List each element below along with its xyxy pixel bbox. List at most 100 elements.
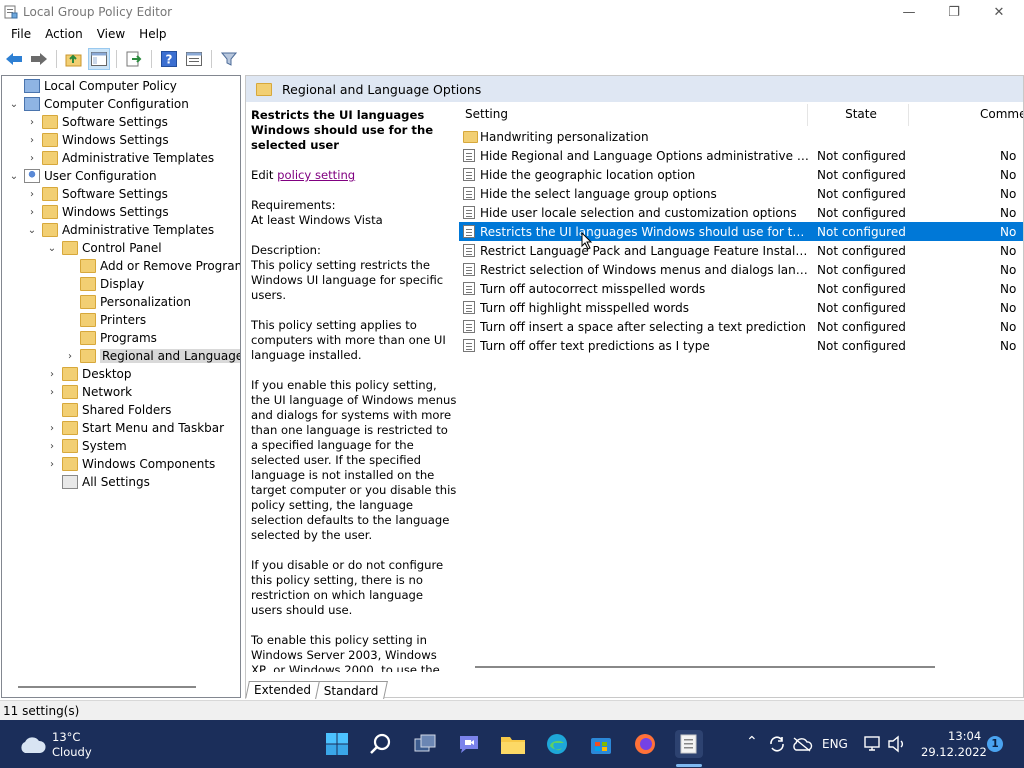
chevron-right-icon[interactable]: › [26, 189, 38, 200]
tree-item[interactable]: › System [46, 437, 127, 455]
tree-item[interactable]: Add or Remove Programs [64, 257, 240, 275]
firefox-button[interactable] [631, 730, 659, 758]
table-row[interactable]: Turn off autocorrect misspelled words Not… [459, 279, 1023, 298]
edit-policy-link[interactable]: policy setting [277, 168, 355, 182]
back-button[interactable] [3, 48, 25, 70]
setting-comment: No [1000, 262, 1017, 277]
tree-item-label: Computer Configuration [44, 97, 189, 111]
tree-item[interactable]: All Settings [46, 473, 150, 491]
window-title: Local Group Policy Editor [23, 5, 173, 19]
tree-item[interactable]: Printers [64, 311, 146, 329]
tree-item[interactable]: › Windows Settings [26, 203, 169, 221]
maximize-button[interactable]: ❐ [931, 0, 977, 24]
column-divider[interactable] [908, 104, 909, 126]
store-button[interactable] [587, 730, 615, 758]
chevron-right-icon[interactable]: › [46, 387, 58, 398]
chevron-right-icon[interactable]: › [26, 153, 38, 164]
show-hide-tree-button[interactable] [88, 48, 110, 70]
tree-item[interactable]: Shared Folders [46, 401, 171, 419]
chat-button[interactable] [455, 730, 483, 758]
weather-widget[interactable]: 13°C Cloudy [16, 730, 146, 759]
table-row[interactable]: Restricts the UI languages Windows shoul… [459, 222, 1023, 241]
table-row[interactable]: Handwriting personalization [459, 127, 1023, 146]
display-network-icon[interactable] [862, 735, 882, 753]
clock-time[interactable]: 13:04 [948, 729, 981, 743]
table-row[interactable]: Turn off offer text predictions as I typ… [459, 336, 1023, 355]
chevron-right-icon[interactable]: › [46, 423, 58, 434]
tree-item[interactable]: › Network [46, 383, 132, 401]
tree-item[interactable]: Programs [64, 329, 157, 347]
minimize-button[interactable]: — [886, 0, 932, 24]
tree-item[interactable]: › Desktop [46, 365, 132, 383]
table-row[interactable]: Hide user locale selection and customiza… [459, 203, 1023, 222]
edge-button[interactable] [543, 730, 571, 758]
table-row[interactable]: Restrict selection of Windows menus and … [459, 260, 1023, 279]
show-hidden-icons-button[interactable]: ⌃ [746, 734, 758, 750]
chevron-down-icon[interactable]: ⌄ [46, 243, 58, 254]
tree-item[interactable]: › Regional and Language O [64, 347, 240, 365]
help-button[interactable]: ? [158, 48, 180, 70]
tree-horizontal-scrollbar[interactable] [18, 686, 196, 688]
chevron-down-icon[interactable]: ⌄ [26, 225, 38, 236]
table-row[interactable]: Hide the select language group options No… [459, 184, 1023, 203]
close-button[interactable]: ✕ [976, 0, 1022, 24]
table-row[interactable]: Hide Regional and Language Options admin… [459, 146, 1023, 165]
chevron-down-icon[interactable]: ⌄ [8, 171, 20, 182]
forward-button[interactable] [28, 48, 50, 70]
chevron-right-icon[interactable]: › [64, 351, 76, 362]
group-policy-taskbar-button[interactable] [675, 730, 703, 758]
chevron-right-icon[interactable]: › [46, 459, 58, 470]
clock-date[interactable]: 29.12.2022 [921, 745, 987, 759]
column-comment[interactable]: Comme [974, 102, 1023, 126]
edge-icon [547, 734, 567, 754]
tree-item[interactable]: Personalization [64, 293, 191, 311]
policy-setting-icon [463, 168, 475, 181]
menu-view[interactable]: View [90, 27, 132, 41]
menu-action[interactable]: Action [38, 27, 90, 41]
tree-item[interactable]: ⌄ Administrative Templates [26, 221, 214, 239]
tree-item[interactable]: › Software Settings [26, 113, 168, 131]
tree-item[interactable]: › Start Menu and Taskbar [46, 419, 224, 437]
tree-item[interactable]: › Software Settings [26, 185, 168, 203]
sync-icon[interactable] [767, 735, 787, 753]
notification-badge[interactable]: 1 [987, 736, 1003, 752]
tree-item[interactable]: ⌄ Control Panel [46, 239, 162, 257]
filter-button[interactable] [218, 48, 240, 70]
chevron-right-icon[interactable]: › [26, 207, 38, 218]
tree-item[interactable]: ⌄ Computer Configuration [8, 95, 189, 113]
tree-item[interactable]: Display [64, 275, 144, 293]
volume-icon[interactable] [887, 735, 907, 753]
start-button[interactable] [323, 730, 351, 758]
task-view-button[interactable] [411, 730, 439, 758]
table-row[interactable]: Turn off insert a space after selecting … [459, 317, 1023, 336]
input-language-indicator[interactable]: ENG [822, 737, 848, 751]
search-button[interactable] [367, 730, 395, 758]
table-row[interactable]: Restrict Language Pack and Language Feat… [459, 241, 1023, 260]
chevron-right-icon[interactable]: › [46, 441, 58, 452]
chevron-right-icon[interactable]: › [46, 369, 58, 380]
column-setting[interactable]: Setting [459, 102, 809, 126]
table-row[interactable]: Turn off highlight misspelled words Not c… [459, 298, 1023, 317]
export-list-button[interactable] [123, 48, 145, 70]
network-offline-icon[interactable] [791, 736, 813, 752]
tree-item[interactable]: › Windows Settings [26, 131, 169, 149]
up-folder-button[interactable] [63, 48, 85, 70]
chevron-right-icon[interactable]: › [26, 117, 38, 128]
tree-item[interactable]: ⌄ User Configuration [8, 167, 157, 185]
tree-item[interactable]: › Administrative Templates [26, 149, 214, 167]
list-horizontal-scrollbar[interactable] [475, 666, 935, 668]
tree-item[interactable]: › Windows Components [46, 455, 215, 473]
chevron-right-icon[interactable]: › [26, 135, 38, 146]
setting-comment: No [1000, 148, 1017, 163]
column-state[interactable]: State [811, 102, 911, 126]
table-row[interactable]: Hide the geographic location option Not c… [459, 165, 1023, 184]
chevron-down-icon[interactable]: ⌄ [8, 99, 20, 110]
tree-item[interactable]: Local Computer Policy [8, 77, 177, 95]
menu-file[interactable]: File [4, 27, 38, 41]
column-divider[interactable] [807, 104, 808, 126]
tab-standard[interactable]: Standard [315, 681, 388, 699]
tab-extended[interactable]: Extended [245, 681, 320, 699]
file-explorer-button[interactable] [499, 730, 527, 758]
menu-help[interactable]: Help [132, 27, 173, 41]
properties-button[interactable] [183, 48, 205, 70]
